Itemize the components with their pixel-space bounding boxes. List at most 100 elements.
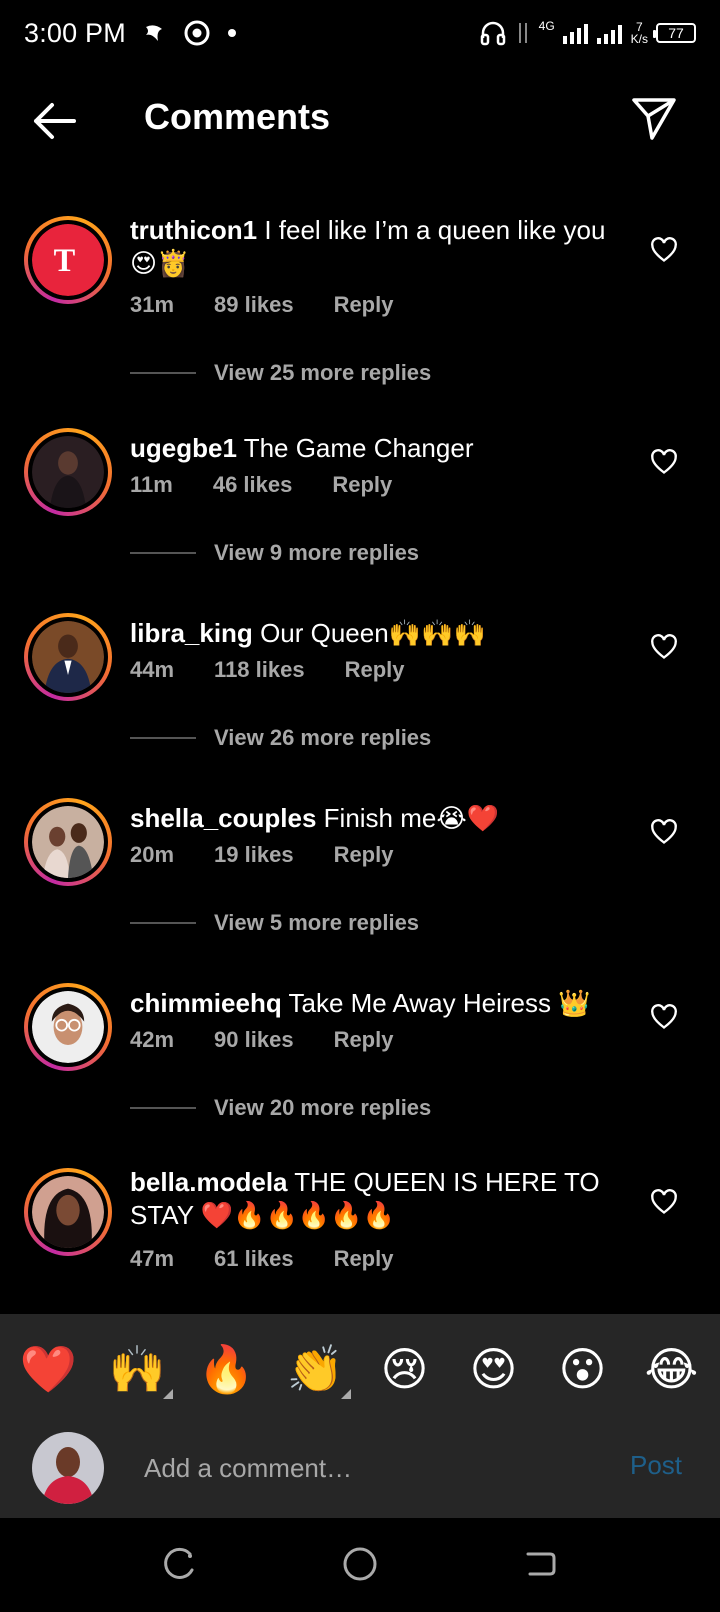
comment-username[interactable]: chimmieehq (130, 988, 282, 1018)
emoji-raising-hands-glyph: 🙌 (108, 1342, 167, 1395)
replies-divider (130, 922, 196, 924)
comment-username[interactable]: ugegbe1 (130, 433, 237, 463)
comment-meta: 44m 118 likes Reply (130, 657, 405, 683)
replies-divider (130, 1107, 196, 1109)
comment-username[interactable]: shella_couples (130, 803, 316, 833)
avatar-image (32, 1176, 104, 1248)
comment-body: ugegbe1 The Game Changer (130, 432, 620, 465)
avatar-image (32, 991, 104, 1063)
comment-input[interactable] (144, 1448, 584, 1488)
back-arrow-icon[interactable] (30, 98, 80, 144)
comment-username[interactable]: libra_king (130, 618, 253, 648)
skin-tone-indicator (162, 1388, 173, 1399)
comment-username[interactable]: truthicon1 (130, 215, 257, 245)
comment-time: 47m (130, 1246, 175, 1271)
chrome-icon (184, 20, 210, 46)
comment-likes[interactable]: 118 likes (214, 657, 305, 683)
comment-likes[interactable]: 19 likes (214, 842, 294, 868)
emoji-surprised-button[interactable]: 😮 (548, 1342, 618, 1396)
heart-icon[interactable] (650, 818, 678, 846)
heart-icon[interactable] (650, 236, 678, 264)
avatar-image (32, 436, 104, 508)
view-replies-button[interactable]: View 5 more replies (130, 910, 419, 936)
reply-button[interactable]: Reply (334, 842, 394, 868)
view-replies-label: View 25 more replies (214, 360, 432, 385)
emoji-raising-hands-button[interactable]: 🙌 (103, 1342, 173, 1399)
comment-text: Finish me😭❤️ (323, 803, 500, 833)
comment-meta: 11m 46 likes Reply (130, 472, 392, 498)
comment-body: shella_couples Finish me😭❤️ (130, 802, 620, 835)
view-replies-label: View 9 more replies (214, 540, 420, 565)
comment-text: The Game Changer (243, 433, 474, 463)
reply-button[interactable]: Reply (332, 472, 392, 498)
avatar[interactable] (24, 613, 112, 701)
my-avatar (32, 1432, 104, 1504)
heart-icon[interactable] (650, 1003, 678, 1031)
status-right-icons: 4G 7 K/s 77 (479, 19, 696, 47)
emoji-clap-button[interactable]: 👏 (281, 1342, 351, 1399)
skin-tone-indicator (340, 1388, 351, 1399)
emoji-heart-eyes-button[interactable]: 😍 (459, 1342, 529, 1396)
view-replies-label: View 20 more replies (214, 1095, 432, 1120)
comment-text: Take Me Away Heiress 👑 (288, 988, 591, 1018)
status-time: 3:00 PM (24, 17, 126, 48)
avatar[interactable] (24, 428, 112, 516)
emoji-fire-button[interactable]: 🔥 (192, 1342, 262, 1397)
send-icon[interactable] (630, 94, 678, 142)
avatar[interactable] (24, 798, 112, 886)
avatar-image: T (32, 224, 104, 296)
recent-apps-icon[interactable] (160, 1544, 200, 1584)
comment-meta: 31m 89 likes Reply (130, 292, 393, 318)
network-speed: 7 K/s (631, 21, 648, 45)
avatar[interactable]: T (24, 216, 112, 304)
data-transfer-icon (518, 23, 527, 43)
view-replies-button[interactable]: View 26 more replies (130, 725, 431, 751)
comment-likes[interactable]: 89 likes (214, 292, 294, 318)
reply-button[interactable]: Reply (345, 657, 405, 683)
heart-icon[interactable] (650, 1188, 678, 1216)
avatar[interactable] (24, 983, 112, 1071)
emoji-laughing-button[interactable]: 😂 (637, 1342, 707, 1396)
heart-icon[interactable] (650, 448, 678, 476)
reply-button[interactable]: Reply (334, 1246, 394, 1272)
view-replies-label: View 26 more replies (214, 725, 432, 750)
comment-time: 44m (130, 657, 175, 682)
comment-time: 20m (130, 842, 175, 867)
status-bar: 3:00 PM 4G 7 K/s 77 (0, 0, 720, 66)
comment-body: chimmieehq Take Me Away Heiress 👑 (130, 987, 620, 1020)
view-replies-button[interactable]: View 9 more replies (130, 540, 419, 566)
replies-divider (130, 552, 196, 554)
comment-likes[interactable]: 46 likes (213, 472, 293, 498)
comment-body: libra_king Our Queen🙌🙌🙌 (130, 617, 620, 650)
avatar[interactable] (24, 1168, 112, 1256)
page-title: Comments (144, 96, 331, 137)
comment-meta: 47m 61 likes Reply (130, 1246, 393, 1272)
post-button[interactable]: Post (630, 1450, 682, 1481)
network-speed-unit: K/s (630, 32, 648, 46)
reply-button[interactable]: Reply (334, 1027, 394, 1053)
comment-likes[interactable]: 90 likes (214, 1027, 294, 1053)
network-type: 4G (538, 19, 555, 33)
emoji-quick-bar: ❤️ 🙌 🔥 👏 😢 😍 😮 😂 (0, 1314, 720, 1424)
view-replies-button[interactable]: View 20 more replies (130, 1095, 431, 1121)
battery-level: 77 (668, 25, 684, 41)
signal-icon-2 (596, 25, 622, 44)
view-replies-button[interactable]: View 25 more replies (130, 360, 431, 386)
emoji-heart-button[interactable]: ❤️ (14, 1342, 84, 1397)
back-nav-icon[interactable] (520, 1544, 560, 1584)
comment-username[interactable]: bella.modela (130, 1167, 288, 1197)
header: Comments (0, 70, 720, 170)
heart-icon[interactable] (650, 633, 678, 661)
replies-divider (130, 737, 196, 739)
view-replies-label: View 5 more replies (214, 910, 420, 935)
comment-time: 42m (130, 1027, 175, 1052)
reply-button[interactable]: Reply (334, 292, 394, 318)
system-nav-bar (0, 1518, 720, 1612)
replies-divider (130, 372, 196, 374)
comment-likes[interactable]: 61 likes (214, 1246, 294, 1272)
home-icon[interactable] (340, 1544, 380, 1584)
emoji-crying-button[interactable]: 😢 (370, 1342, 440, 1396)
comment-meta: 20m 19 likes Reply (130, 842, 393, 868)
app-notification-icon (145, 25, 162, 41)
comment-body: truthicon1 I feel like I’m a queen like … (130, 214, 620, 280)
